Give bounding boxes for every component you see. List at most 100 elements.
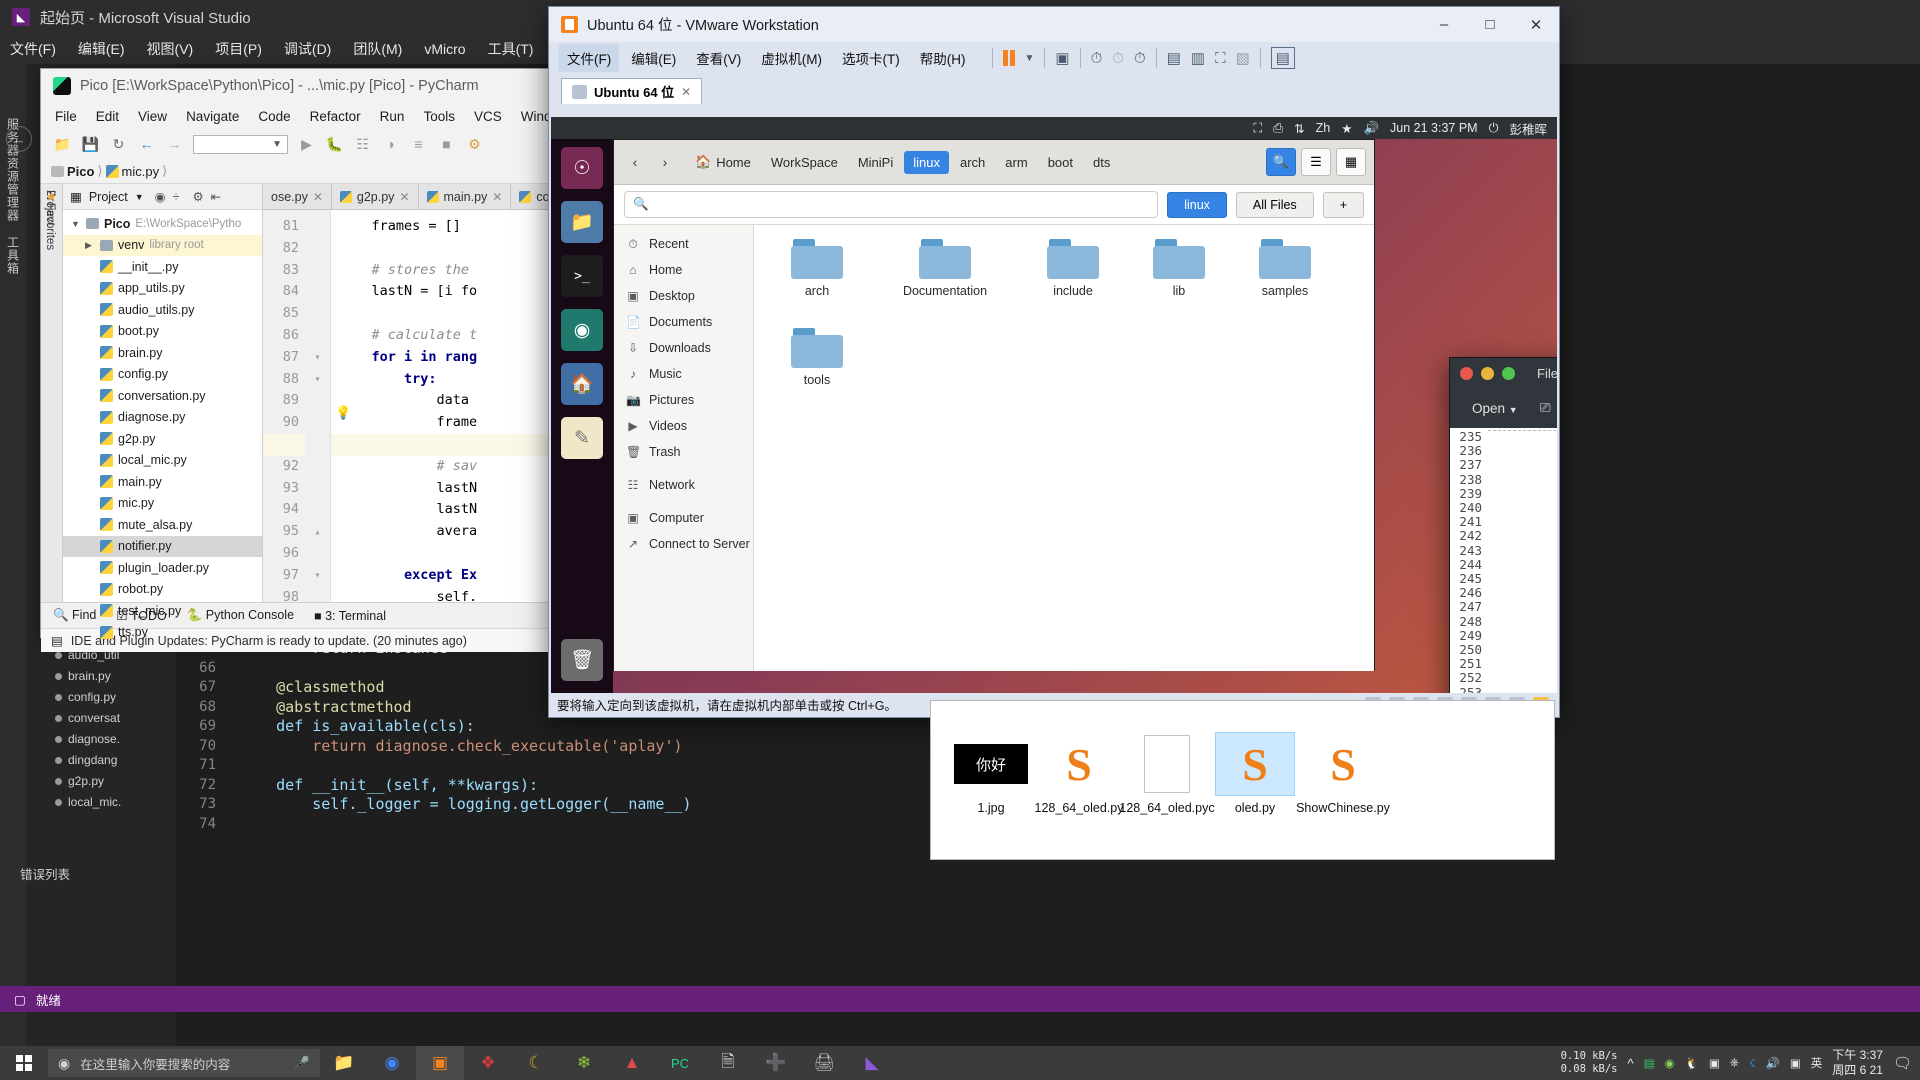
display-icon[interactable]: ▣: [1790, 1056, 1801, 1070]
target-icon[interactable]: ◉: [155, 189, 166, 204]
tree-node-file[interactable]: boot.py: [63, 321, 262, 343]
filter-pill-all-files[interactable]: All Files: [1236, 192, 1314, 218]
pycharm-project-panel[interactable]: ▦ Project ▼ ◉ ÷ ⚙ ⇤ ▼ Pico E:\WorkSpace\…: [63, 184, 263, 602]
launcher-files[interactable]: 📁: [551, 195, 613, 249]
file-item[interactable]: lib: [1126, 239, 1232, 328]
window-controls[interactable]: – □ ✕: [1421, 8, 1559, 42]
explorer-file-item[interactable]: 你好 1.jpg: [947, 733, 1035, 815]
tree-node-file-selected[interactable]: notifier.py: [63, 536, 262, 558]
pycharm-menu-bar[interactable]: File Edit View Navigate Code Refactor Ru…: [41, 103, 554, 129]
coverage-icon[interactable]: ☷: [353, 135, 372, 154]
taskbar-vmware[interactable]: ▣: [416, 1046, 464, 1080]
gedit-text-area[interactable]: 235 236 237 238 239 240 241 242 243 244 …: [1450, 428, 1557, 695]
tree-node-file[interactable]: g2p.py: [63, 428, 262, 450]
breadcrumb-linux[interactable]: linux: [904, 151, 949, 174]
snapshot-revert-icon[interactable]: ⏱: [1112, 50, 1124, 67]
tree-node-file[interactable]: plugin_loader.py: [63, 557, 262, 579]
snapshot-icon[interactable]: ▣: [1055, 49, 1069, 67]
taskbar-pycharm[interactable]: PC: [656, 1046, 704, 1080]
attach-icon[interactable]: ≡: [409, 135, 428, 154]
usb-icon[interactable]: ⎈: [1730, 1057, 1739, 1070]
debug-icon[interactable]: 🐛: [325, 135, 344, 154]
sidebar-item-downloads[interactable]: ⇩Downloads: [614, 335, 753, 361]
vs-menu-item-2[interactable]: 视图(V): [147, 39, 194, 59]
gedit-toolbar[interactable]: Open ▼ ⎚ Save: [1450, 388, 1557, 428]
project-panel-header[interactable]: ▦ Project ▼ ◉ ÷ ⚙ ⇤: [63, 184, 262, 210]
editor-tab[interactable]: g2p.py✕: [332, 184, 419, 209]
taskbar-moon[interactable]: ☾: [512, 1046, 560, 1080]
tree-node-file[interactable]: audio_utils.py: [63, 299, 262, 321]
breadcrumb-arch[interactable]: arch: [951, 151, 994, 174]
bluetooth-icon[interactable]: ☇: [1749, 1056, 1756, 1070]
explorer-file-item[interactable]: S ShowChinese.py: [1299, 733, 1387, 815]
vs-rail-server-explorer[interactable]: 服务器资源管理器: [5, 104, 22, 222]
view-left-icon[interactable]: ▤: [1167, 49, 1181, 67]
vs-left-rail[interactable]: 服务器资源管理器 工具箱: [0, 64, 26, 1046]
chevron-down-icon[interactable]: ▼: [71, 219, 81, 229]
open-folder-icon[interactable]: 📁: [53, 135, 72, 154]
taskbar-snail[interactable]: ❖: [464, 1046, 512, 1080]
vs-menu-item-6[interactable]: vMicro: [424, 41, 465, 57]
gedit-source-text[interactable]: #size-cells = <0>; }; usb_otg: usb@1c190…: [1488, 428, 1557, 695]
taskbar-file-explorer[interactable]: 📁: [320, 1046, 368, 1080]
vmware-tab[interactable]: Ubuntu 64 位 ✕: [561, 78, 702, 104]
tree-node-venv[interactable]: ▶ venv library root: [63, 235, 262, 257]
tree-node-file[interactable]: local_mic.py: [63, 450, 262, 472]
clock-label[interactable]: Jun 21 3:37 PM: [1390, 121, 1478, 135]
taskbar-clock[interactable]: 下午 3:37 周四 6 21: [1832, 1048, 1883, 1078]
launcher-trash[interactable]: 🗑: [551, 633, 613, 687]
vs-rail-toolbox[interactable]: 工具箱: [5, 236, 22, 275]
fold-marker[interactable]: ▾: [305, 347, 330, 369]
pause-icon[interactable]: [1003, 50, 1015, 66]
sidebar-item-pictures[interactable]: 📷Pictures: [614, 387, 753, 413]
chevron-right-icon[interactable]: ▶: [85, 240, 95, 251]
vm-guest-screen[interactable]: ☉ 📁 >_ ◉ 🏠 ✎ 🗑 ⛶ ⎙ ⇅ Zh ★ 🔊 Jun 21 3:37 …: [551, 117, 1557, 695]
search-input[interactable]: ◉ 在这里输入你要搜索的内容 🎤: [48, 1049, 320, 1077]
tree-node-file[interactable]: tts.py: [63, 622, 262, 644]
windows-taskbar[interactable]: ◉ 在这里输入你要搜索的内容 🎤 📁 ◉ ▣ ❖ ☾ ❄ ▲ PC 🗎 ➕ 🖨 …: [0, 1046, 1920, 1080]
pc-menu-code[interactable]: Code: [258, 109, 290, 124]
fold-marker[interactable]: ▾: [305, 369, 330, 391]
taskbar-notepad[interactable]: 🗎: [704, 1046, 752, 1080]
sidebar-item-connect-to-server[interactable]: ↗Connect to Server: [614, 531, 753, 557]
pc-menu-vcs[interactable]: VCS: [474, 109, 502, 124]
launcher-terminal[interactable]: >_: [551, 249, 613, 303]
gedit-menu-bar[interactable]: File Edit View Search Tools Documents He…: [1537, 366, 1557, 381]
vmware-tab-strip[interactable]: Ubuntu 64 位 ✕: [549, 74, 1559, 104]
forward-arrow-icon[interactable]: →: [165, 135, 184, 154]
close-icon[interactable]: ✕: [492, 190, 502, 204]
tree-node-file[interactable]: conversation.py: [63, 385, 262, 407]
view-bottom-icon[interactable]: ▥: [1191, 49, 1205, 67]
vm-menu-edit[interactable]: 编辑(E): [623, 44, 684, 72]
sidebar-item-trash[interactable]: 🗑Trash: [614, 439, 753, 465]
sogou-icon[interactable]: ▤: [1644, 1056, 1655, 1070]
printer-icon[interactable]: ⎙: [1273, 121, 1283, 136]
unity-icon[interactable]: ▧: [1236, 49, 1250, 67]
pc-menu-view[interactable]: View: [138, 109, 167, 124]
show-hidden-icon[interactable]: ^: [1628, 1056, 1634, 1071]
project-tree[interactable]: ▼ Pico E:\WorkSpace\Pytho ▶ venv library…: [63, 210, 262, 643]
taskbar-tray[interactable]: 0.10 kB/s 0.08 kB/s ^ ▤ ◉ 🐧 ▣ ⎈ ☇ 🔊 ▣ 英 …: [1561, 1048, 1920, 1078]
pycharm-breadcrumb[interactable]: Pico ⟩ mic.py ⟩: [41, 159, 554, 184]
screenshot-icon[interactable]: ▣: [1709, 1056, 1720, 1070]
updates-icon[interactable]: ⇅: [1294, 121, 1304, 136]
windows-start-icon[interactable]: [0, 1046, 48, 1080]
wechat-icon[interactable]: ◉: [1665, 1056, 1675, 1070]
file-item[interactable]: samples: [1232, 239, 1338, 328]
fullscreen-icon[interactable]: ⛶: [1215, 50, 1226, 67]
snapshot-take-icon[interactable]: ⏱: [1091, 50, 1103, 67]
editor-source-text[interactable]: frames = [] # stores the lastN = [i fo #…: [331, 210, 554, 602]
chevron-down-icon[interactable]: ▼: [1025, 53, 1035, 64]
launcher-gedit[interactable]: ✎: [551, 411, 613, 465]
minimize-button[interactable]: [1481, 367, 1494, 380]
vmware-toolbar[interactable]: ▼ ▣ ⏱ ⏱ ⏱ ▤ ▥ ⛶ ▧ ▤: [992, 47, 1295, 69]
taskbar-chrome[interactable]: ◉: [368, 1046, 416, 1080]
launcher-dash[interactable]: ☉: [551, 141, 613, 195]
taskbar-vscode[interactable]: ◣: [848, 1046, 896, 1080]
breadcrumb-file[interactable]: mic.py: [122, 164, 160, 179]
explorer-file-item-selected[interactable]: S oled.py: [1211, 733, 1299, 815]
new-document-icon[interactable]: ⎚: [1540, 400, 1551, 416]
explorer-file-row[interactable]: 你好 1.jpg S 128_64_oled.py 128_64_oled.py…: [931, 719, 1554, 815]
nautilus-breadcrumbs[interactable]: 🏠 Home WorkSpace MiniPi linux arch arm b…: [686, 150, 1119, 174]
nautilus-header[interactable]: ‹ › 🏠 Home WorkSpace MiniPi linux arch a…: [614, 140, 1374, 185]
